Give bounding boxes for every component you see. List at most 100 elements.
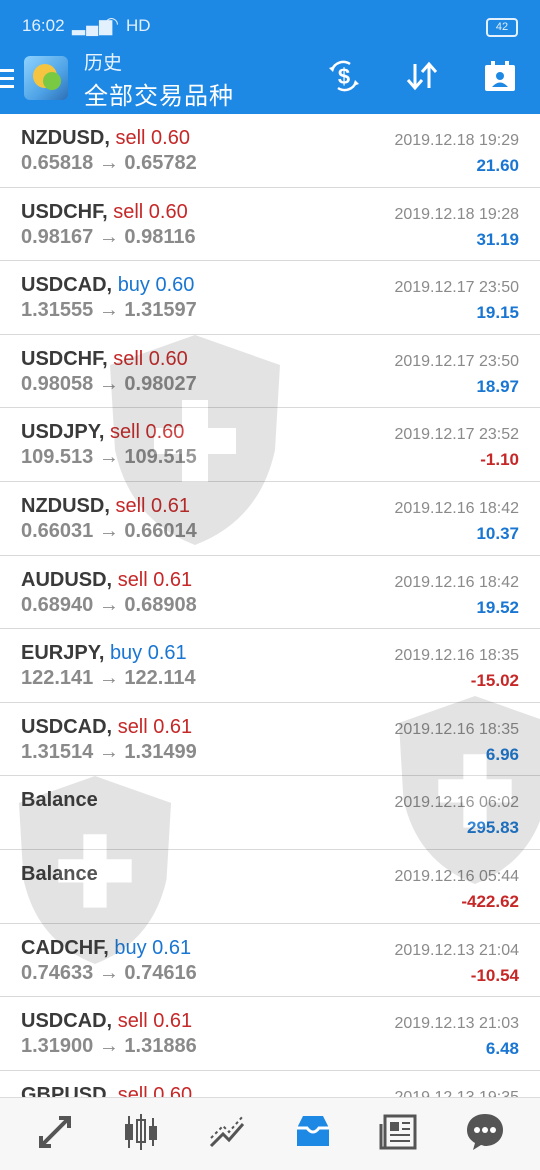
trade-profit: 31.19 bbox=[476, 229, 519, 249]
trade-prices: 1.31900 → 1.31886 bbox=[21, 1035, 197, 1058]
app-bar: 历史 全部交易品种 $ bbox=[0, 52, 540, 114]
arrow-right-icon: → bbox=[93, 446, 125, 469]
trade-time: 2019.12.16 18:42 bbox=[394, 499, 519, 517]
arrow-right-icon: → bbox=[93, 299, 125, 322]
trade-prices: 0.66031 → 0.66014 bbox=[21, 520, 197, 543]
trade-row[interactable]: USDCHF, sell 0.60 0.98058 → 0.98027 2019.1… bbox=[0, 335, 540, 409]
sort-icon[interactable] bbox=[402, 58, 442, 98]
trade-row[interactable]: NZDUSD, sell 0.60 0.65818 → 0.65782 2019.1… bbox=[0, 114, 540, 188]
trade-side-volume: sell 0.60 bbox=[113, 347, 188, 370]
trade-side-volume: sell 0.61 bbox=[115, 494, 190, 517]
close-price: 1.31499 bbox=[124, 740, 197, 763]
trade-time: 2019.12.17 23:50 bbox=[394, 352, 519, 370]
trade-time: 2019.12.18 19:28 bbox=[394, 205, 519, 223]
menu-icon[interactable] bbox=[0, 64, 14, 94]
trade-row[interactable]: Balance 2019.12.16 06:02 295.83 bbox=[0, 776, 540, 850]
arrow-right-icon: → bbox=[93, 1035, 125, 1058]
trade-side-volume: sell 0.60 bbox=[109, 421, 185, 444]
trade-row[interactable]: USDCAD, sell 0.61 1.31514 → 1.31499 2019.1… bbox=[0, 703, 540, 777]
app-logo bbox=[24, 56, 68, 100]
trade-symbol: USDJPY, sell 0.60 bbox=[21, 421, 184, 444]
close-price: 1.31597 bbox=[124, 299, 197, 322]
calendar-icon[interactable] bbox=[480, 58, 520, 98]
news-icon[interactable] bbox=[371, 1110, 427, 1154]
trade-prices: 0.68940 → 0.68908 bbox=[21, 594, 197, 617]
trade-row[interactable]: EURJPY, buy 0.61 122.141 → 122.114 2019.12… bbox=[0, 629, 540, 703]
trade-prices: 1.31555 → 1.31597 bbox=[21, 299, 197, 322]
trade-side-volume: sell 0.61 bbox=[117, 568, 193, 591]
open-price: 0.65818 bbox=[21, 152, 94, 174]
currency-exchange-icon[interactable]: $ bbox=[324, 58, 364, 98]
close-price: 0.66014 bbox=[124, 519, 197, 542]
trade-time: 2019.12.17 23:52 bbox=[394, 426, 519, 444]
status-time: 16:02 bbox=[22, 16, 65, 35]
trade-symbol: USDCHF, sell 0.60 bbox=[21, 201, 188, 224]
trade-row[interactable]: USDJPY, sell 0.60 109.513 → 109.515 2019.1… bbox=[0, 408, 540, 482]
symbol-label: USDCHF, bbox=[21, 347, 108, 370]
trade-symbol: AUDUSD, sell 0.61 bbox=[21, 569, 192, 592]
trade-side-volume: sell 0.60 bbox=[115, 127, 190, 149]
trade-time: 2019.12.13 21:04 bbox=[394, 941, 519, 959]
close-price: 0.98027 bbox=[124, 372, 197, 395]
trade-side-volume: sell 0.60 bbox=[113, 200, 188, 223]
trade-row[interactable]: Balance 2019.12.16 05:44 -422.62 bbox=[0, 850, 540, 924]
open-price: 1.31555 bbox=[21, 299, 94, 322]
trade-icon[interactable] bbox=[199, 1110, 255, 1154]
trade-time: 2019.12.13 21:03 bbox=[394, 1015, 519, 1033]
open-price: 1.31900 bbox=[21, 1035, 94, 1058]
open-price: 109.513 bbox=[21, 446, 94, 469]
arrow-right-icon: → bbox=[93, 667, 125, 690]
battery-icon: 42 bbox=[486, 18, 518, 37]
trade-profit: -15.02 bbox=[470, 671, 519, 691]
open-price: 0.66031 bbox=[21, 519, 94, 542]
symbol-label: Balance bbox=[21, 862, 98, 885]
trade-symbol: USDCAD, sell 0.61 bbox=[21, 716, 192, 739]
open-price: 0.74633 bbox=[21, 961, 94, 984]
trade-symbol: USDCAD, buy 0.60 bbox=[21, 274, 194, 297]
trade-row[interactable]: NZDUSD, sell 0.61 0.66031 → 0.66014 2019.1… bbox=[0, 482, 540, 556]
arrow-right-icon: → bbox=[93, 225, 125, 248]
trade-time: 2019.12.16 18:35 bbox=[394, 720, 519, 738]
close-price: 0.74616 bbox=[124, 961, 197, 984]
trade-side-volume: buy 0.61 bbox=[114, 936, 192, 959]
trade-profit: 10.37 bbox=[476, 523, 519, 543]
trade-time: 2019.12.16 06:02 bbox=[394, 794, 519, 812]
trade-prices: 122.141 → 122.114 bbox=[21, 667, 196, 690]
trade-symbol: NZDUSD, sell 0.60 bbox=[21, 127, 190, 150]
open-price: 1.31514 bbox=[21, 740, 94, 763]
trade-row[interactable]: USDCAD, sell 0.61 1.31900 → 1.31886 2019.1… bbox=[0, 997, 540, 1071]
trade-profit: 295.83 bbox=[467, 818, 519, 838]
quotes-icon[interactable] bbox=[27, 1110, 83, 1154]
symbol-label: USDCAD, bbox=[21, 1010, 113, 1033]
symbol-label: USDCAD, bbox=[21, 715, 113, 738]
trade-row[interactable]: USDCHF, sell 0.60 0.98167 → 0.98116 2019.1… bbox=[0, 188, 540, 262]
arrow-right-icon: → bbox=[93, 372, 125, 395]
trade-row[interactable]: AUDUSD, sell 0.61 0.68940 → 0.68908 2019.1… bbox=[0, 556, 540, 630]
trade-prices: 109.513 → 109.515 bbox=[21, 446, 197, 469]
trade-row[interactable]: USDCAD, buy 0.60 1.31555 → 1.31597 2019.12… bbox=[0, 261, 540, 335]
trade-row[interactable]: CADCHF, buy 0.61 0.74633 → 0.74616 2019.12… bbox=[0, 924, 540, 998]
network-label: HD bbox=[126, 16, 151, 35]
chart-icon[interactable] bbox=[113, 1110, 169, 1154]
trade-prices: 0.74633 → 0.74616 bbox=[21, 962, 197, 985]
chat-icon[interactable] bbox=[457, 1110, 513, 1154]
close-price: 0.65782 bbox=[124, 152, 197, 174]
symbol-label: USDCAD, bbox=[21, 274, 113, 297]
trade-prices: 0.65818 → 0.65782 bbox=[21, 152, 197, 175]
arrow-right-icon: → bbox=[93, 593, 125, 616]
page-subtitle: 历史 bbox=[84, 53, 123, 74]
trade-symbol: CADCHF, buy 0.61 bbox=[21, 937, 191, 960]
close-price: 0.68908 bbox=[124, 593, 197, 616]
trade-symbol: Balance bbox=[21, 789, 98, 812]
arrow-right-icon: → bbox=[93, 152, 125, 174]
symbol-label: EURJPY, bbox=[21, 642, 105, 665]
symbol-label: USDJPY, bbox=[21, 421, 105, 444]
page-title[interactable]: 全部交易品种 bbox=[84, 76, 234, 111]
close-price: 122.114 bbox=[124, 667, 196, 690]
trade-time: 2019.12.18 19:29 bbox=[394, 132, 519, 149]
trade-side-volume: buy 0.60 bbox=[117, 274, 195, 297]
history-icon[interactable] bbox=[285, 1110, 341, 1154]
symbol-label: CADCHF, bbox=[21, 936, 109, 959]
trade-history-list: NZDUSD, sell 0.60 0.65818 → 0.65782 2019.1… bbox=[0, 114, 540, 1145]
trade-time: 2019.12.17 23:50 bbox=[394, 279, 519, 297]
